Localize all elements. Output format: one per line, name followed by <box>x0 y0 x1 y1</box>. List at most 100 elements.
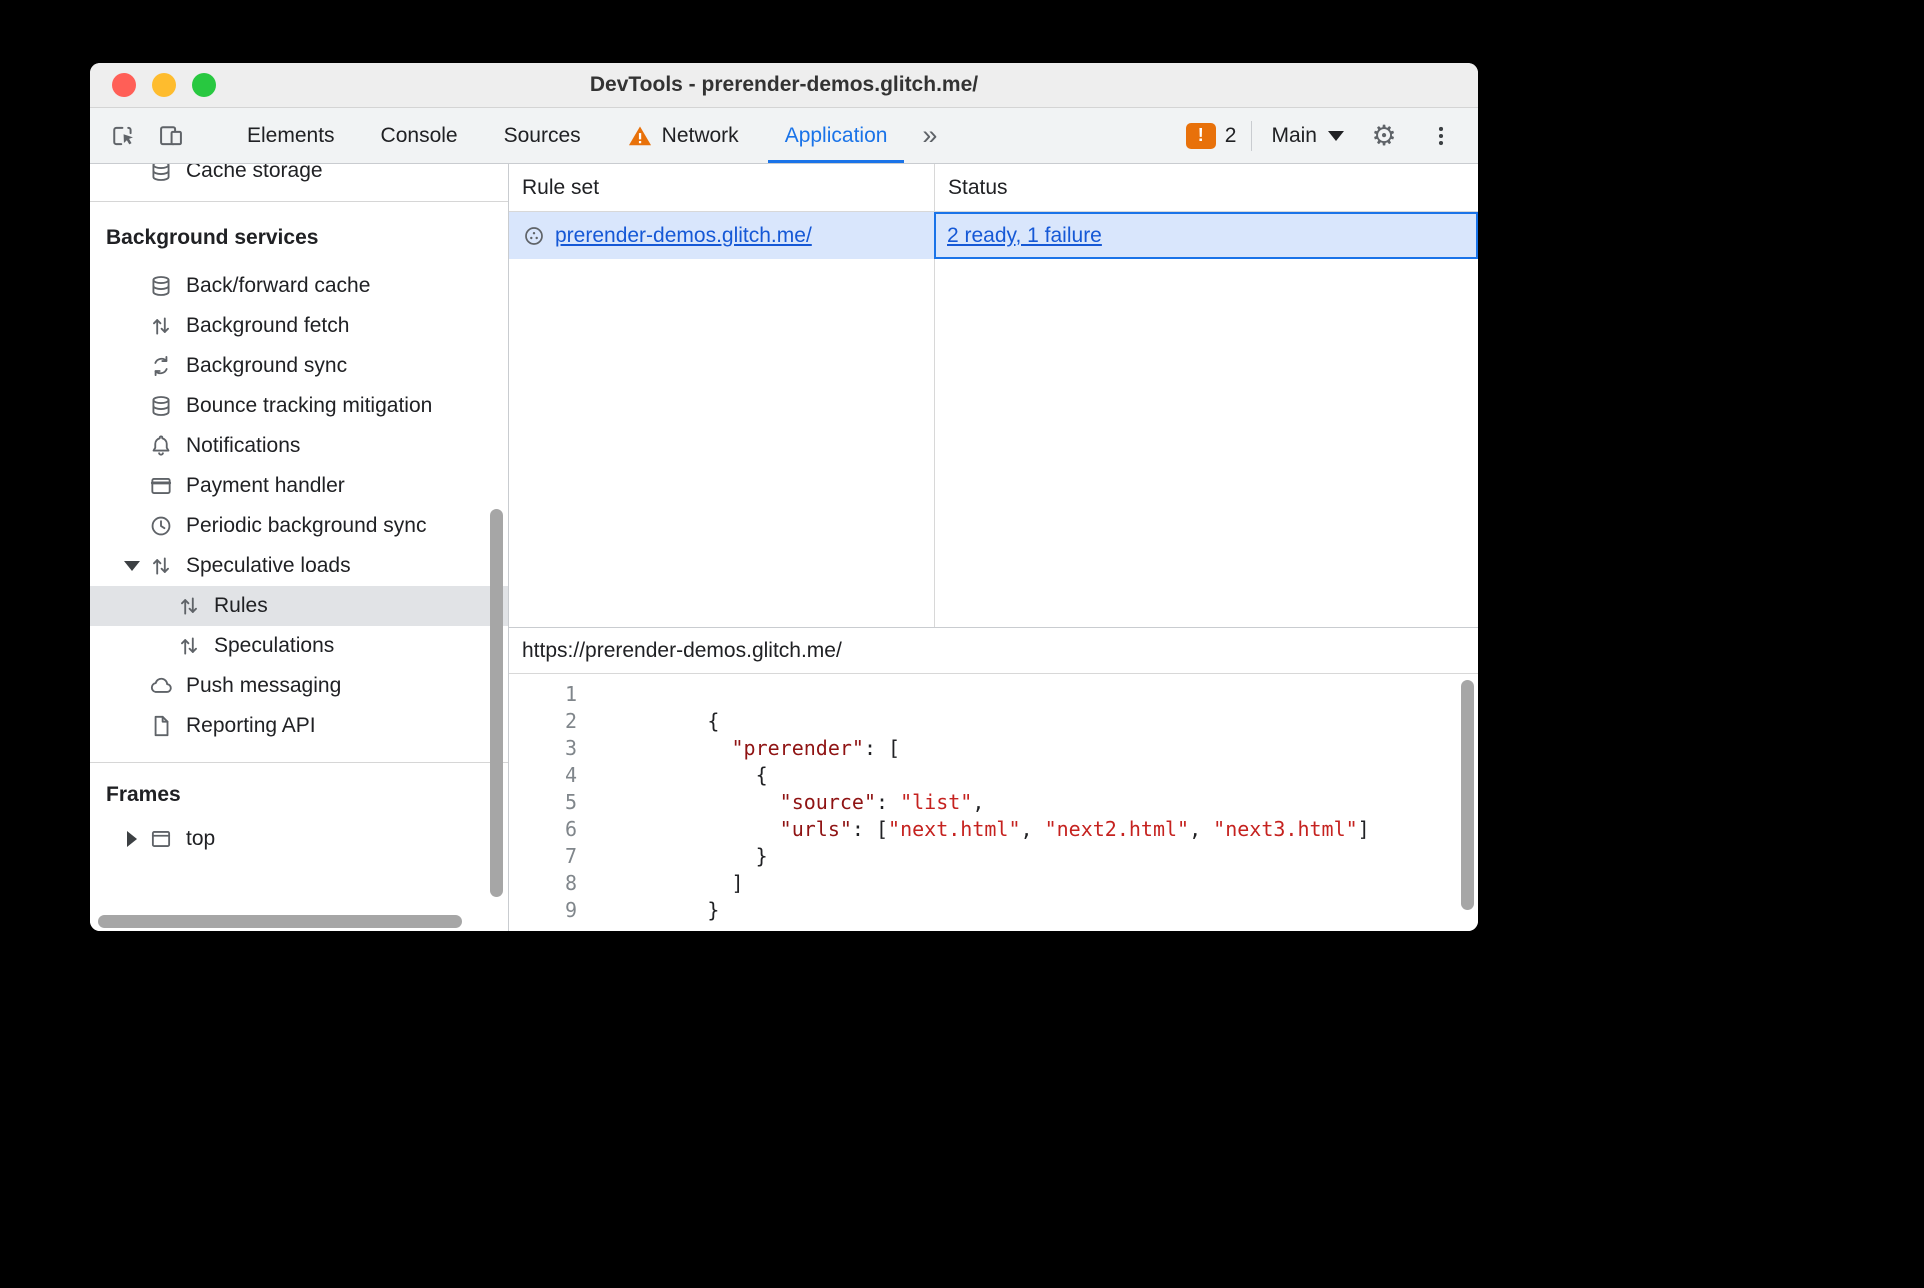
code-text: { <box>587 709 720 733</box>
inspect-cursor-icon <box>113 126 133 145</box>
speculative-loads-panel: Rule set Status prerender-demos.glitch.m… <box>509 164 1478 931</box>
table-row: prerender-demos.glitch.me/ 2 ready, 1 fa… <box>509 212 1478 259</box>
column-header-rule-set: Rule set <box>522 175 600 199</box>
sidebar-item-label: Speculations <box>214 634 335 657</box>
up-down-arrows-icon <box>176 633 202 659</box>
code-vertical-scrollbar[interactable] <box>1461 680 1474 910</box>
section-header-frames: Frames <box>106 783 181 806</box>
line-number: 3 <box>564 736 577 760</box>
line-number: 2 <box>564 709 577 733</box>
rule-set-cell[interactable]: prerender-demos.glitch.me/ <box>509 212 934 259</box>
devtools-toolbar: Elements Console Sources Network Applica… <box>90 108 1478 164</box>
code-text: { <box>587 763 768 787</box>
sidebar-item-label: Payment handler <box>186 474 345 497</box>
sidebar-item-top-frame[interactable]: top <box>90 819 508 859</box>
up-down-arrows-icon <box>176 593 202 619</box>
sidebar-item-label: Cache storage <box>186 164 323 182</box>
status-link[interactable]: 2 ready, 1 failure <box>947 224 1102 248</box>
sidebar-item-cache-storage[interactable]: Cache storage <box>90 164 508 191</box>
table-header-row: Rule set Status <box>509 164 1478 212</box>
device-toolbar-button[interactable] <box>150 116 192 156</box>
tab-console[interactable]: Console <box>358 108 481 163</box>
tab-label: Application <box>784 123 888 147</box>
sidebar-horizontal-scrollbar[interactable] <box>98 915 462 928</box>
tab-sources[interactable]: Sources <box>481 108 604 163</box>
code-text: "source": "list", <box>779 790 985 814</box>
issues-counter-button[interactable]: ! 2 <box>1185 122 1237 149</box>
code-line: 5 "source": "list", <box>509 789 1478 816</box>
settings-button[interactable]: ⚙ <box>1363 116 1405 156</box>
more-tabs-button[interactable]: » <box>910 108 949 163</box>
device-toolbar-icon <box>160 125 182 145</box>
sidebar-item-speculative-loads[interactable]: Speculative loads <box>90 546 508 586</box>
devtools-content: Cache storage Background services Back/f… <box>90 164 1478 931</box>
code-lines-container: 12 {3 "prerender": [4 {5 "source": "list… <box>509 681 1478 924</box>
code-viewer: 12 {3 "prerender": [4 {5 "source": "list… <box>509 674 1478 931</box>
sidebar-item-periodic-background-sync[interactable]: Periodic background sync <box>90 506 508 546</box>
chevron-down-icon <box>1328 130 1344 141</box>
sidebar-item-payment-handler[interactable]: Payment handler <box>90 466 508 506</box>
document-icon <box>148 713 174 739</box>
tab-label: Console <box>380 123 458 147</box>
status-cell[interactable]: 2 ready, 1 failure <box>934 212 1478 259</box>
chevron-double-right-icon: » <box>922 120 938 150</box>
code-line: 1 <box>509 681 1478 708</box>
line-number: 1 <box>564 682 577 706</box>
sidebar-item-bounce-tracking-mitigation[interactable]: Bounce tracking mitigation <box>90 386 508 426</box>
code-text: "urls": ["next.html", "next2.html", "nex… <box>779 817 1370 841</box>
sidebar-item-label: Push messaging <box>186 674 342 697</box>
code-line: 3 "prerender": [ <box>509 735 1478 762</box>
sidebar-item-background-sync[interactable]: Background sync <box>90 346 508 386</box>
titlebar: DevTools - prerender-demos.glitch.me/ <box>90 63 1478 108</box>
issues-badge-icon: ! <box>1185 122 1216 149</box>
sidebar-item-speculations[interactable]: Speculations <box>90 626 508 666</box>
tab-label: Sources <box>503 123 581 147</box>
code-line: 7 } <box>509 843 1478 870</box>
line-number: 7 <box>564 844 577 868</box>
code-line: 2 { <box>509 708 1478 735</box>
toolbar-right-cluster: ! 2 Main ⚙ <box>1185 108 1478 163</box>
sidebar-item-push-messaging[interactable]: Push messaging <box>90 666 508 706</box>
sidebar-item-notifications[interactable]: Notifications <box>90 426 508 466</box>
devtools-window: DevTools - prerender-demos.glitch.me/ El <box>90 63 1478 931</box>
line-number: 8 <box>564 871 577 895</box>
expanded-twisty-icon[interactable] <box>124 561 140 571</box>
sidebar-vertical-scrollbar[interactable] <box>490 509 503 897</box>
cloud-icon <box>148 673 174 699</box>
rule-sets-table: Rule set Status prerender-demos.glitch.m… <box>509 164 1478 628</box>
clock-icon <box>148 513 174 539</box>
database-icon <box>148 164 174 184</box>
tab-application[interactable]: Application <box>762 108 911 163</box>
kebab-menu-icon <box>1438 126 1444 145</box>
sidebar-item-label: Speculative loads <box>186 554 351 577</box>
code-line: 9 } <box>509 897 1478 924</box>
customize-devtools-button[interactable] <box>1420 116 1462 156</box>
tab-network[interactable]: Network <box>604 108 762 163</box>
rule-set-link[interactable]: prerender-demos.glitch.me/ <box>555 224 812 248</box>
context-label: Main <box>1271 123 1317 147</box>
toolbar-divider <box>1251 120 1253 151</box>
sidebar-item-back-forward-cache[interactable]: Back/forward cache <box>90 266 508 306</box>
zoom-window-button[interactable] <box>192 73 216 97</box>
inspect-element-button[interactable] <box>102 116 144 156</box>
sidebar-item-reporting-api[interactable]: Reporting API <box>90 706 508 746</box>
panel-tabs: Elements Console Sources Network Applica… <box>224 108 949 163</box>
code-text: ] <box>587 871 744 895</box>
collapsed-twisty-icon[interactable] <box>127 831 137 847</box>
database-icon <box>148 273 174 299</box>
close-window-button[interactable] <box>112 73 136 97</box>
issues-count: 2 <box>1224 123 1237 147</box>
sidebar-item-rules[interactable]: Rules <box>90 586 508 626</box>
code-text: "prerender": [ <box>731 736 901 760</box>
sidebar-item-background-fetch[interactable]: Background fetch <box>90 306 508 346</box>
up-down-arrows-icon <box>148 313 174 339</box>
rule-set-icon <box>525 226 543 245</box>
minimize-window-button[interactable] <box>152 73 176 97</box>
sidebar-item-label: Background sync <box>186 354 348 377</box>
tab-elements[interactable]: Elements <box>224 108 358 163</box>
javascript-context-selector[interactable]: Main <box>1267 124 1348 148</box>
line-number: 5 <box>564 790 577 814</box>
gear-icon: ⚙ <box>1371 119 1397 151</box>
line-number: 6 <box>564 817 577 841</box>
code-text: } <box>587 898 720 922</box>
